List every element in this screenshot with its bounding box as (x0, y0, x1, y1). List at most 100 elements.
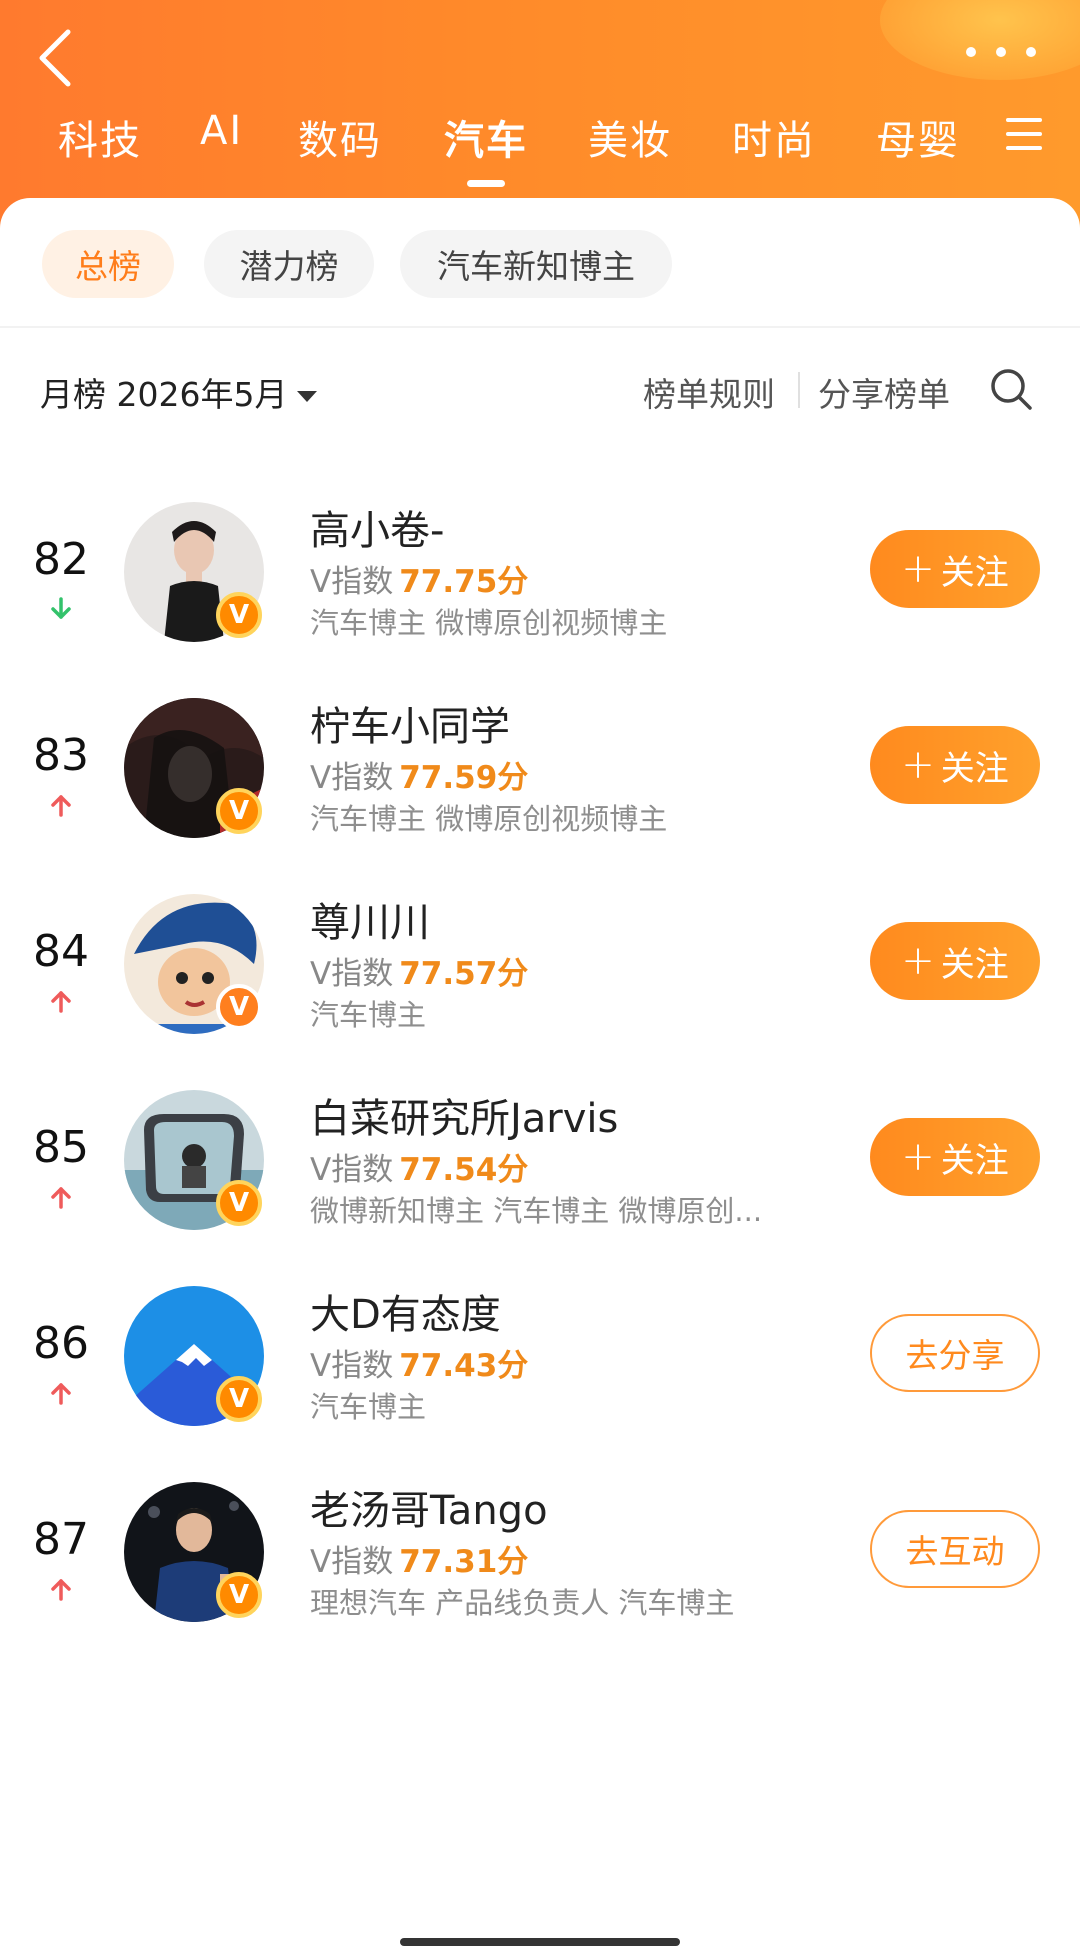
share-link[interactable]: 分享榜单 (818, 368, 950, 416)
more-dot (1026, 47, 1036, 57)
share-button[interactable]: 去分享 (870, 1314, 1040, 1392)
rules-link[interactable]: 榜单规则 (643, 368, 775, 416)
arrow-up-icon (51, 991, 71, 1013)
divider (0, 326, 1080, 328)
v-index: V指数 77.75分 (310, 556, 528, 601)
v-index-score: 77.31分 (399, 1544, 529, 1580)
verified-v-icon: V (216, 1180, 262, 1226)
plus-icon: + (901, 546, 935, 592)
back-button[interactable] (30, 22, 90, 92)
rank-number: 86 (33, 1318, 89, 1369)
tab-auto[interactable]: 汽车 (444, 108, 528, 187)
filter-new-knowledge[interactable]: 汽车新知博主 (400, 230, 672, 298)
interact-button[interactable]: 去互动 (870, 1510, 1040, 1588)
user-name[interactable]: 柠车小同学 (310, 694, 510, 752)
plus-icon: + (901, 1134, 935, 1180)
user-name[interactable]: 白菜研究所Jarvis (310, 1086, 618, 1144)
verified-v-icon: V (216, 984, 262, 1030)
user-tags: 理想汽车 产品线负责人 汽车博主 (310, 1586, 735, 1620)
verified-v-icon: V (216, 1376, 262, 1422)
v-index-score: 77.59分 (399, 760, 529, 796)
separator (798, 372, 800, 408)
verified-v-icon: V (216, 592, 262, 638)
v-index-score: 77.43分 (399, 1348, 529, 1384)
arrow-up-icon (51, 795, 71, 817)
verified-v-icon: V (216, 788, 262, 834)
v-index-score: 77.54分 (399, 1152, 529, 1188)
user-name[interactable]: 老汤哥Tango (310, 1478, 548, 1536)
user-tags: 汽车博主 (310, 1390, 427, 1424)
caret-down-icon (297, 391, 318, 402)
follow-button[interactable]: + 关注 (870, 530, 1040, 608)
filter-overall[interactable]: 总榜 (42, 230, 174, 298)
follow-button[interactable]: + 关注 (870, 922, 1040, 1000)
list-item[interactable]: 85 V 白菜研究所Jarvis V指数 77.54分 微博新知博主 汽车博主 微… (0, 1088, 1080, 1284)
plus-icon: + (901, 938, 935, 984)
v-index: V指数 77.31分 (310, 1536, 528, 1581)
follow-label: 关注 (940, 1140, 1009, 1181)
arrow-up-icon (51, 1383, 71, 1405)
v-index-score: 77.57分 (399, 956, 529, 992)
list-item[interactable]: 86 V 大D有态度 V指数 77.43分 汽车博主 去分享 (0, 1284, 1080, 1480)
arrow-up-icon (51, 1579, 71, 1601)
verified-v-icon: V (216, 1572, 262, 1618)
home-indicator (400, 1938, 680, 1946)
user-name[interactable]: 尊川川 (310, 890, 430, 948)
more-dot (996, 47, 1006, 57)
rank-number: 82 (33, 534, 89, 585)
tab-tech[interactable]: 科技 (58, 108, 142, 166)
list-item[interactable]: 87 V 老汤哥Tango V指数 77.31分 理想汽车 产品线负责人 汽车博主… (0, 1480, 1080, 1676)
rank-number: 83 (33, 730, 89, 781)
follow-label: 关注 (940, 748, 1009, 789)
tab-beauty[interactable]: 美妆 (588, 108, 672, 166)
user-name[interactable]: 高小卷- (310, 498, 444, 556)
list-item[interactable]: 84 V 尊川川 V指数 77.57分 汽车博主 + 关注 (0, 892, 1080, 1088)
list-item[interactable]: 82 V 高小卷- V指数 77.75分 汽车博主 微博原创视频博主 + 关注 (0, 500, 1080, 696)
period-selector[interactable]: 月榜 2026年5月 (40, 368, 318, 416)
follow-button[interactable]: + 关注 (870, 1118, 1040, 1196)
user-tags: 汽车博主 微博原创视频博主 (310, 606, 668, 640)
v-index-label: V指数 (310, 564, 394, 600)
user-name[interactable]: 大D有态度 (310, 1282, 501, 1340)
user-tags: 汽车博主 (310, 998, 427, 1032)
rank-number: 85 (33, 1122, 89, 1173)
v-index-score: 77.75分 (399, 564, 529, 600)
v-index: V指数 77.57分 (310, 948, 528, 993)
user-tags: 微博新知博主 汽车博主 微博原创... (310, 1194, 763, 1228)
v-index-label: V指数 (310, 1348, 394, 1384)
tab-auto-label: 汽车 (444, 118, 528, 164)
arrow-up-icon (51, 1187, 71, 1209)
category-tabs: 科技 AI 数码 汽车 美妆 时尚 母婴 (0, 108, 1080, 188)
rank-number: 84 (33, 926, 89, 977)
tab-fashion[interactable]: 时尚 (732, 108, 816, 166)
search-icon[interactable] (988, 366, 1034, 412)
active-tab-indicator (467, 180, 505, 187)
follow-button[interactable]: + 关注 (870, 726, 1040, 804)
list-item[interactable]: 83 V 柠车小同学 V指数 77.59分 汽车博主 微博原创视频博主 + 关注 (0, 696, 1080, 892)
rank-number: 87 (33, 1514, 89, 1565)
v-index: V指数 77.59分 (310, 752, 528, 797)
follow-label: 关注 (940, 944, 1009, 985)
tab-ai[interactable]: AI (200, 108, 243, 154)
header-glow (880, 0, 1080, 80)
period-label: 月榜 2026年5月 (40, 375, 288, 414)
v-index: V指数 77.54分 (310, 1144, 528, 1189)
v-index-label: V指数 (310, 1544, 394, 1580)
plus-icon: + (901, 742, 935, 788)
user-tags: 汽车博主 微博原创视频博主 (310, 802, 668, 836)
ranking-panel: 总榜 潜力榜 汽车新知博主 月榜 2026年5月 榜单规则 分享榜单 82 V … (0, 198, 1080, 1950)
v-index-label: V指数 (310, 956, 394, 992)
menu-icon[interactable] (1006, 118, 1042, 154)
follow-label: 关注 (940, 552, 1009, 593)
filter-potential[interactable]: 潜力榜 (204, 230, 374, 298)
arrow-down-icon (51, 597, 71, 619)
tab-maternity[interactable]: 母婴 (876, 108, 960, 166)
ranking-toolbar: 月榜 2026年5月 榜单规则 分享榜单 (0, 358, 1080, 428)
v-index: V指数 77.43分 (310, 1340, 528, 1385)
chevron-left-icon (39, 29, 71, 87)
v-index-label: V指数 (310, 1152, 394, 1188)
v-index-label: V指数 (310, 760, 394, 796)
more-dots-icon (966, 47, 976, 57)
more-button[interactable] (966, 42, 1036, 62)
tab-digital[interactable]: 数码 (298, 108, 382, 166)
